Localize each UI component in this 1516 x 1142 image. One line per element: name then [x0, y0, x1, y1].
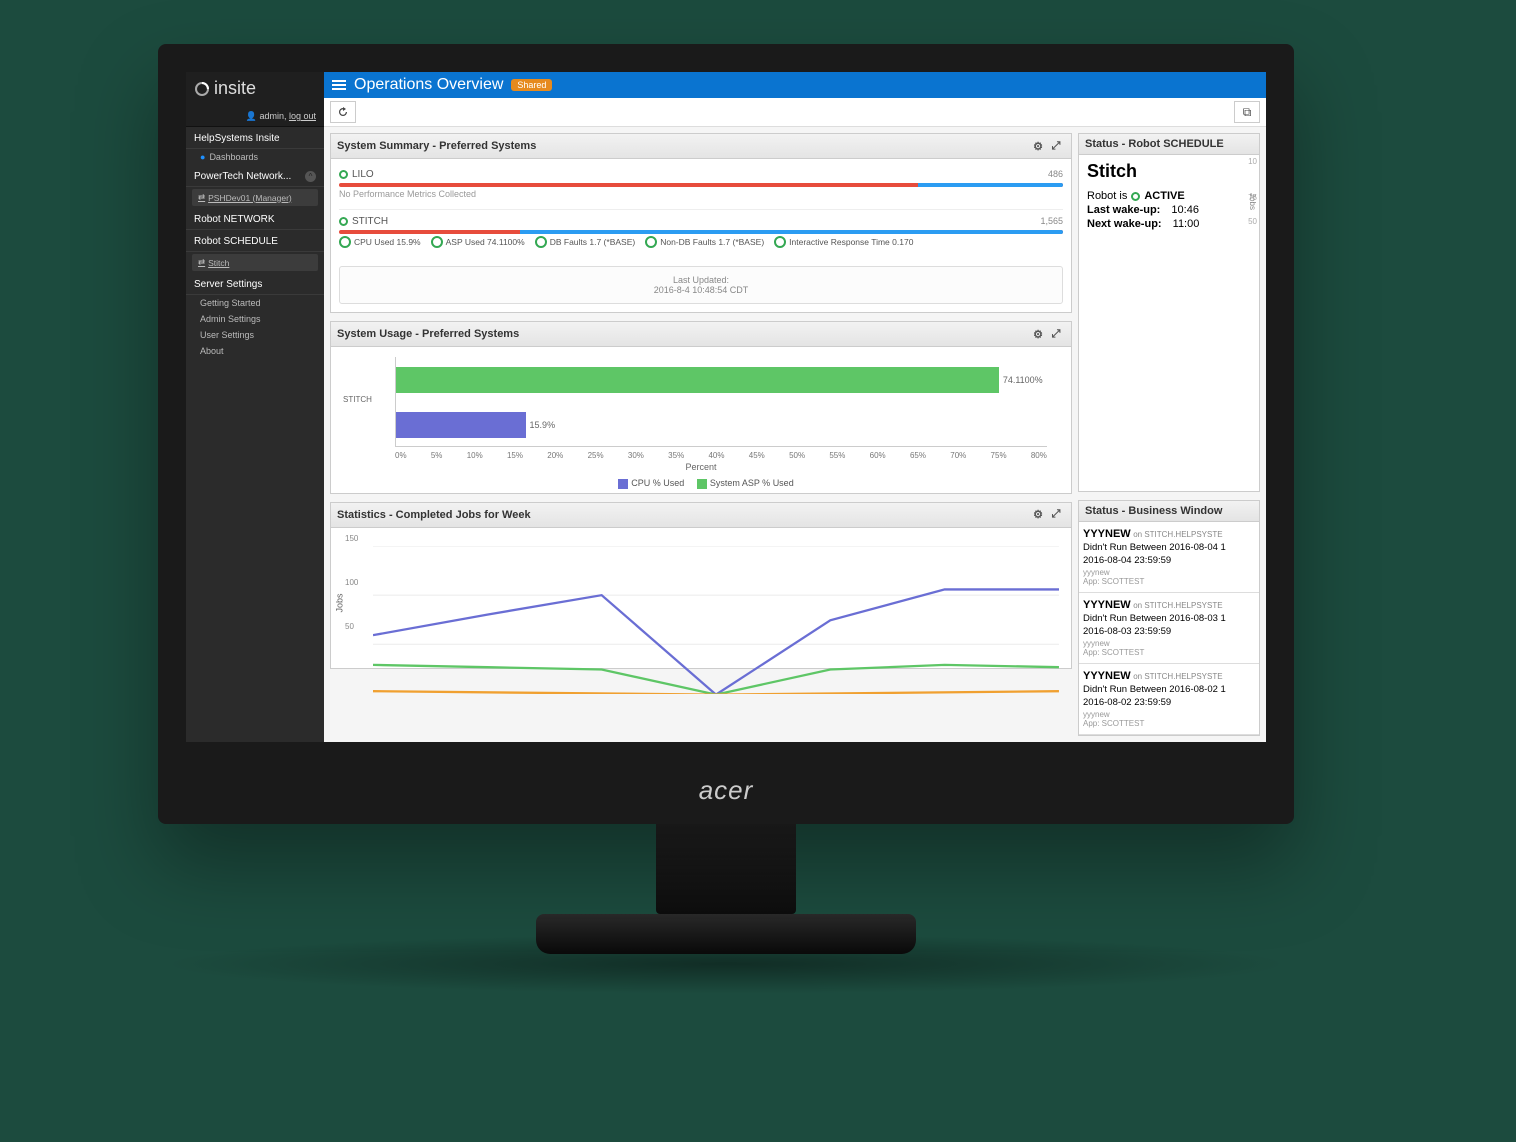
- gear-icon[interactable]: ⚙: [1029, 507, 1047, 523]
- shared-badge: Shared: [511, 79, 552, 91]
- sidebar: insite 👤 admin, log out HelpSystems Insi…: [186, 72, 324, 742]
- usage-rowlabel: STITCH: [343, 395, 372, 404]
- mini-ylabel: Jobs: [1248, 193, 1257, 210]
- brand-logo: insite: [186, 72, 324, 107]
- sidebar-item-user-settings[interactable]: User Settings: [186, 327, 324, 343]
- sidebar-section-server: Server Settings: [186, 273, 324, 295]
- sidebar-item-getting-started[interactable]: Getting Started: [186, 295, 324, 311]
- panel-system-summary: System Summary - Preferred Systems ⚙ ⤢ L…: [330, 133, 1072, 313]
- expand-icon[interactable]: ⤢: [1047, 326, 1065, 342]
- sidebar-item-pshdev01[interactable]: ⇄ PSHDev01 (Manager): [192, 189, 318, 206]
- next-wakeup: Next wake-up: 11:00: [1087, 218, 1251, 230]
- monitor-brand: acer: [158, 775, 1294, 806]
- usage-legend: CPU % Used System ASP % Used: [331, 474, 1071, 493]
- page-title: Operations Overview: [354, 76, 503, 94]
- chevron-up-icon[interactable]: ^: [305, 171, 316, 182]
- logout-link[interactable]: log out: [289, 111, 316, 121]
- stats-chart: Jobs 150 100 50: [331, 528, 1071, 668]
- metric-cpu: CPU Used 15.9%: [339, 236, 421, 248]
- panel-title: System Usage - Preferred Systems: [337, 328, 519, 340]
- toolbar: ⧉: [324, 98, 1266, 127]
- lilo-note: No Performance Metrics Collected: [339, 189, 1063, 199]
- bw-item[interactable]: YYYNEW on STITCH.HELPSYSTE Didn't Run Be…: [1079, 593, 1259, 664]
- metric-nondb: Non-DB Faults 1.7 (*BASE): [645, 236, 764, 248]
- expand-icon[interactable]: ⤢: [1047, 138, 1065, 154]
- stats-lines: [373, 546, 1059, 695]
- robot-state: Robot is ACTIVE: [1087, 190, 1251, 202]
- user-info: 👤 admin, log out: [186, 107, 324, 127]
- gear-icon[interactable]: ⚙: [1029, 138, 1047, 154]
- usage-xaxis: 0%5%10%15%20%25%30%35%40%45%50%55%60%65%…: [395, 447, 1047, 460]
- copy-button[interactable]: ⧉: [1234, 101, 1260, 123]
- bw-item[interactable]: YYYNEW on STITCH.HELPSYSTE Didn't Run Be…: [1079, 664, 1259, 735]
- panel-statistics: Statistics - Completed Jobs for Week ⚙ ⤢…: [330, 502, 1072, 669]
- user-icon: 👤: [246, 111, 257, 121]
- panel-title: Status - Robot SCHEDULE: [1085, 138, 1224, 150]
- panel-title: Status - Business Window: [1085, 505, 1222, 517]
- sidebar-item-stitch[interactable]: ⇄ Stitch: [192, 254, 318, 271]
- sidebar-section-insite: HelpSystems Insite: [186, 127, 324, 149]
- status-ok-icon: [339, 217, 348, 226]
- sidebar-item-admin-settings[interactable]: Admin Settings: [186, 311, 324, 327]
- last-wakeup: Last wake-up: 10:46: [1087, 204, 1251, 216]
- status-ok-icon: [339, 170, 348, 179]
- panel-status-robot: Status - Robot SCHEDULE 10 Stitch 75 Rob…: [1078, 133, 1260, 492]
- metric-db: DB Faults 1.7 (*BASE): [535, 236, 636, 248]
- usage-xtitle: Percent: [355, 462, 1047, 472]
- metric-irt: Interactive Response Time 0.170: [774, 236, 913, 248]
- metric-asp: ASP Used 74.1100%: [431, 236, 525, 248]
- panel-system-usage: System Usage - Preferred Systems ⚙ ⤢ Sys…: [330, 321, 1072, 494]
- sidebar-section-schedule[interactable]: Robot SCHEDULE: [186, 230, 324, 252]
- panel-title: System Summary - Preferred Systems: [337, 140, 536, 152]
- swap-icon: ⇄: [198, 257, 205, 268]
- expand-icon[interactable]: ⤢: [1047, 507, 1065, 523]
- sidebar-item-about[interactable]: About: [186, 343, 324, 359]
- sidebar-section-powertech[interactable]: PowerTech Network... ^: [186, 165, 324, 187]
- summary-row-stitch: STITCH 1,565 CPU Used 15.9% ASP Used 74.…: [339, 209, 1063, 252]
- usage-chart: System STITCH 74.1100%: [331, 347, 1071, 474]
- refresh-icon: [337, 106, 349, 118]
- sidebar-section-network[interactable]: Robot NETWORK: [186, 208, 324, 230]
- titlebar: Operations Overview Shared: [324, 72, 1266, 98]
- lilo-value: 486: [1048, 169, 1063, 179]
- swap-icon: ⇄: [198, 192, 205, 203]
- gear-icon[interactable]: ⚙: [1029, 326, 1047, 342]
- panel-title: Statistics - Completed Jobs for Week: [337, 509, 531, 521]
- sidebar-item-dashboards[interactable]: Dashboards: [186, 149, 324, 165]
- stats-ylabel: Jobs: [335, 593, 345, 612]
- logo-icon: [194, 81, 210, 97]
- bw-list[interactable]: YYYNEW on STITCH.HELPSYSTE Didn't Run Be…: [1079, 522, 1259, 735]
- status-ok-icon: [1131, 192, 1140, 201]
- main: Operations Overview Shared ⧉: [324, 72, 1266, 742]
- bar-cpu: [396, 412, 526, 438]
- bw-item[interactable]: YYYNEW on STITCH.HELPSYSTE Didn't Run Be…: [1079, 522, 1259, 593]
- stitch-value: 1,565: [1040, 216, 1063, 226]
- robot-name: Stitch: [1087, 161, 1251, 182]
- bar-asp: [396, 367, 999, 393]
- menu-icon[interactable]: [332, 80, 346, 90]
- panel-business-window: Status - Business Window YYYNEW on STITC…: [1078, 500, 1260, 736]
- bar-cpu-value: 15.9%: [530, 420, 556, 430]
- refresh-button[interactable]: [330, 101, 356, 123]
- last-updated: Last Updated: 2016-8-4 10:48:54 CDT: [339, 266, 1063, 304]
- bar-asp-value: 74.1100%: [1003, 375, 1043, 385]
- summary-row-lilo: LILO 486 No Performance Metrics Collecte…: [339, 165, 1063, 203]
